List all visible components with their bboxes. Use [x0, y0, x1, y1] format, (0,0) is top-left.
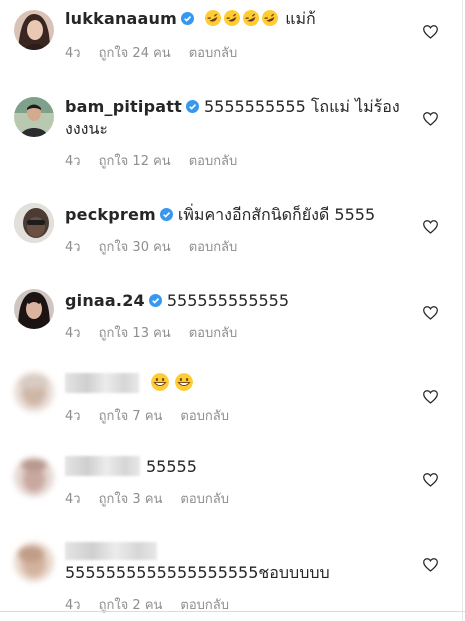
- username[interactable]: ginaa.24: [65, 291, 145, 310]
- heart-icon[interactable]: [422, 24, 439, 39]
- comment-line: bam_pitipatt 5555555555 โถแม่ ไม่ร้อง: [65, 96, 400, 118]
- comment-time: 4ว: [65, 46, 81, 61]
- verified-badge-icon: [159, 208, 173, 221]
- redacted-username: [65, 373, 139, 393]
- comment-time: 4ว: [65, 409, 81, 424]
- comment-meta: 4ว ถูกใจ 7 คน ตอบกลับ: [65, 405, 247, 426]
- rolling-laughing-emoji-icon: [224, 10, 241, 26]
- comment-line: [65, 540, 163, 562]
- comment-text: 5555555555 โถแม่ ไม่ร้อง: [203, 97, 400, 116]
- reply-button[interactable]: ตอบกลับ: [189, 322, 238, 343]
- comment-text: แม่ก้: [285, 9, 316, 28]
- comment-time: 4ว: [65, 492, 81, 507]
- like-count[interactable]: ถูกใจ 24 คน: [99, 42, 171, 63]
- grinning-face-emoji-icon: [151, 373, 169, 391]
- avatar[interactable]: [14, 203, 54, 243]
- comment-meta: 4ว ถูกใจ 3 คน ตอบกลับ: [65, 488, 247, 509]
- like-count[interactable]: ถูกใจ 12 คน: [99, 150, 171, 171]
- like-count[interactable]: ถูกใจ 30 คน: [99, 236, 171, 257]
- rolling-laughing-emoji-icon: [243, 10, 260, 26]
- comment-text: 555555555555: [166, 291, 290, 310]
- avatar[interactable]: [14, 289, 54, 329]
- divider: [462, 0, 463, 621]
- comment-meta: 4ว ถูกใจ 30 คน ตอบกลับ: [65, 236, 255, 257]
- verified-badge-icon: [148, 294, 162, 307]
- comment-line: lukkanaaum แม่ก้: [65, 8, 316, 30]
- comment-line: 55555: [65, 456, 197, 478]
- like-count[interactable]: ถูกใจ 3 คน: [99, 488, 163, 509]
- reply-button[interactable]: ตอบกลับ: [189, 150, 238, 171]
- like-count[interactable]: ถูกใจ 13 คน: [99, 322, 171, 343]
- heart-icon[interactable]: [422, 305, 439, 320]
- divider: [0, 611, 465, 612]
- heart-icon[interactable]: [422, 472, 439, 487]
- avatar[interactable]: [14, 372, 54, 412]
- emoji-group: [145, 373, 195, 393]
- comment-time: 4ว: [65, 240, 81, 255]
- comment-text: เพิ่มคางอีกสักนิดก็ยังดี 5555: [177, 205, 376, 224]
- redacted-username: [65, 456, 140, 476]
- heart-icon[interactable]: [422, 111, 439, 126]
- comment-time: 4ว: [65, 154, 81, 169]
- comment-line-2: งงงนะ: [65, 118, 108, 140]
- comment-line: [65, 372, 195, 395]
- verified-badge-icon: [181, 12, 194, 25]
- comment-line: peckprem เพิ่มคางอีกสักนิดก็ยังดี 5555: [65, 204, 375, 226]
- comment-text-continued: งงงนะ: [65, 119, 108, 138]
- avatar[interactable]: [14, 97, 54, 137]
- comment-time: 4ว: [65, 326, 81, 341]
- username[interactable]: bam_pitipatt: [65, 97, 182, 116]
- reply-button[interactable]: ตอบกลับ: [189, 42, 238, 63]
- rolling-laughing-emoji-icon: [205, 10, 222, 26]
- reply-button[interactable]: ตอบกลับ: [180, 405, 229, 426]
- username[interactable]: peckprem: [65, 205, 156, 224]
- verified-badge-icon: [185, 100, 199, 113]
- redacted-username: [65, 542, 157, 560]
- comment-line: ginaa.24 555555555555: [65, 290, 289, 312]
- comment-meta: 4ว ถูกใจ 24 คน ตอบกลับ: [65, 42, 255, 63]
- comment-meta: 4ว ถูกใจ 12 คน ตอบกลับ: [65, 150, 255, 171]
- comment-text: 55555: [146, 457, 197, 476]
- heart-icon[interactable]: [422, 557, 439, 572]
- reply-button[interactable]: ตอบกลับ: [189, 236, 238, 257]
- like-count[interactable]: ถูกใจ 7 คน: [99, 405, 163, 426]
- heart-icon[interactable]: [422, 219, 439, 234]
- grinning-face-emoji-icon: [175, 373, 193, 391]
- rolling-laughing-emoji-icon: [262, 10, 279, 26]
- avatar[interactable]: [14, 542, 54, 582]
- emoji-group: [199, 9, 285, 28]
- username[interactable]: lukkanaaum: [65, 9, 177, 28]
- comment-meta: 4ว ถูกใจ 13 คน ตอบกลับ: [65, 322, 255, 343]
- reply-button[interactable]: ตอบกลับ: [180, 488, 229, 509]
- avatar[interactable]: [14, 457, 54, 497]
- comment-text: 5555555555555555555ชอบบบบบ: [65, 563, 330, 582]
- avatar[interactable]: [14, 10, 54, 50]
- heart-icon[interactable]: [422, 389, 439, 404]
- comment-line-2: 5555555555555555555ชอบบบบบ: [65, 562, 330, 584]
